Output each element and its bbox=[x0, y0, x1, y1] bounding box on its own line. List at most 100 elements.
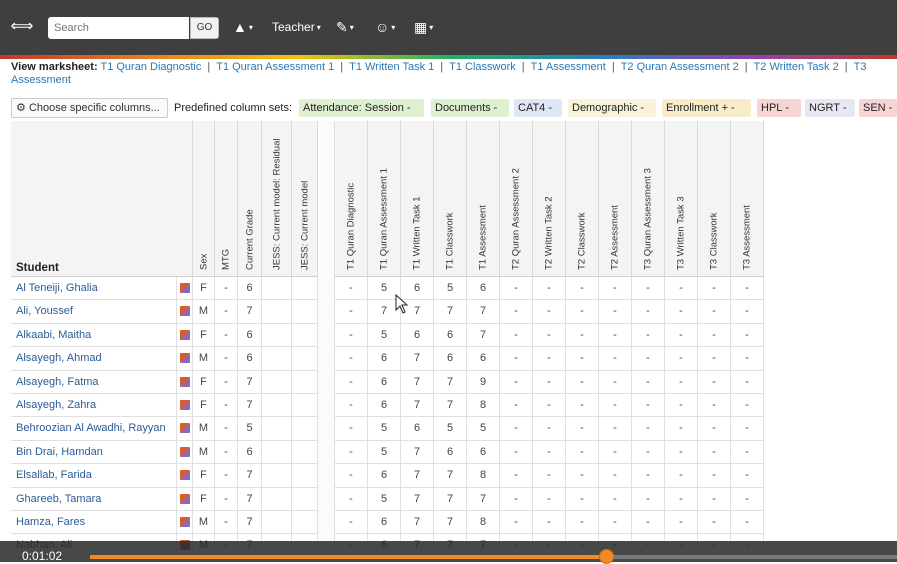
student-name-link[interactable]: Behroozian Al Awadhi, Rayyan bbox=[16, 417, 166, 440]
mark-cell[interactable]: - bbox=[533, 394, 566, 418]
view-marksheet-link[interactable]: T2 Quran Assessment 2 bbox=[621, 61, 739, 73]
table-row[interactable]: Al Teneiji, Ghalia bbox=[11, 277, 177, 301]
mark-cell[interactable]: - bbox=[665, 323, 698, 348]
mark-cell[interactable]: - bbox=[566, 300, 599, 324]
mark-cell[interactable]: 9 bbox=[467, 370, 500, 394]
mark-cell[interactable]: - bbox=[533, 487, 566, 511]
assessment-column-header[interactable]: T1 Quran Assessment 1 bbox=[368, 121, 401, 277]
table-row[interactable]: Ghareeb, Tamara bbox=[11, 487, 177, 511]
table-row[interactable]: Alsayegh, Zahra bbox=[11, 394, 177, 418]
student-name-link[interactable]: Alsayegh, Ahmad bbox=[16, 347, 102, 370]
mark-cell[interactable]: 6 bbox=[401, 417, 434, 441]
assessment-column-header[interactable]: T3 Classwork bbox=[698, 121, 731, 277]
assessment-column-header[interactable]: T1 Written Task 1 bbox=[401, 121, 434, 277]
mark-cell[interactable]: - bbox=[335, 347, 368, 371]
student-profile-icon[interactable] bbox=[180, 517, 190, 527]
mark-cell[interactable]: - bbox=[335, 464, 368, 488]
table-row[interactable]: Ali, Youssef bbox=[11, 300, 177, 324]
mark-cell[interactable]: - bbox=[665, 417, 698, 441]
student-profile-icon[interactable] bbox=[180, 353, 190, 364]
mark-cell[interactable]: - bbox=[665, 394, 698, 418]
assessment-column-header[interactable]: T1 Classwork bbox=[434, 121, 467, 277]
mark-cell[interactable]: 7 bbox=[434, 487, 467, 511]
view-marksheet-link[interactable]: T1 Written Task 1 bbox=[349, 61, 434, 73]
mark-cell[interactable]: - bbox=[500, 323, 533, 348]
mark-cell[interactable]: - bbox=[731, 370, 764, 394]
mark-cell[interactable]: - bbox=[665, 347, 698, 371]
mark-cell[interactable]: - bbox=[335, 300, 368, 324]
mark-cell[interactable]: 8 bbox=[467, 464, 500, 488]
mark-cell[interactable]: - bbox=[566, 464, 599, 488]
mark-cell[interactable]: - bbox=[500, 277, 533, 301]
mark-cell[interactable]: - bbox=[500, 394, 533, 418]
mark-cell[interactable]: - bbox=[698, 300, 731, 324]
table-row[interactable]: Alkaabi, Maitha bbox=[11, 323, 177, 348]
mark-cell[interactable]: - bbox=[566, 440, 599, 465]
mark-cell[interactable]: - bbox=[698, 370, 731, 394]
mark-cell[interactable]: 6 bbox=[368, 511, 401, 535]
mark-cell[interactable]: 6 bbox=[467, 440, 500, 465]
mark-cell[interactable]: - bbox=[632, 323, 665, 348]
mark-cell[interactable]: - bbox=[566, 277, 599, 301]
mark-cell[interactable]: - bbox=[566, 417, 599, 441]
mark-cell[interactable]: - bbox=[599, 277, 632, 301]
column-set-toggle[interactable]: - bbox=[548, 99, 552, 117]
mark-cell[interactable]: - bbox=[731, 464, 764, 488]
view-marksheet-link[interactable]: T2 Written Task 2 bbox=[754, 61, 839, 73]
mark-cell[interactable]: - bbox=[335, 277, 368, 301]
mark-cell[interactable]: - bbox=[599, 300, 632, 324]
sail-menu-icon[interactable]: ▲ ▾ bbox=[233, 17, 253, 37]
mark-cell[interactable]: - bbox=[533, 511, 566, 535]
student-name-link[interactable]: Ghareeb, Tamara bbox=[16, 488, 101, 511]
mark-cell[interactable]: - bbox=[665, 370, 698, 394]
mark-cell[interactable]: - bbox=[632, 464, 665, 488]
mark-cell[interactable]: 7 bbox=[434, 511, 467, 535]
column-set-chip[interactable]: NGRT - bbox=[805, 99, 855, 117]
mark-cell[interactable]: 7 bbox=[401, 440, 434, 465]
mark-cell[interactable]: 6 bbox=[434, 440, 467, 465]
mark-cell[interactable]: - bbox=[335, 440, 368, 465]
mark-cell[interactable]: 5 bbox=[368, 417, 401, 441]
mark-cell[interactable]: 5 bbox=[434, 277, 467, 301]
student-column-header[interactable]: Student bbox=[16, 262, 59, 274]
mark-cell[interactable]: 5 bbox=[368, 323, 401, 348]
table-row[interactable]: Elsallab, Farida bbox=[11, 464, 177, 488]
assessment-column-header[interactable]: T2 Assessment bbox=[599, 121, 632, 277]
mark-cell[interactable]: - bbox=[731, 511, 764, 535]
student-profile-icon[interactable] bbox=[180, 423, 190, 434]
column-set-chip[interactable]: Attendance: Session - bbox=[299, 99, 424, 117]
mark-cell[interactable]: - bbox=[500, 487, 533, 511]
student-name-link[interactable]: Alsayegh, Zahra bbox=[16, 394, 96, 417]
mark-cell[interactable]: - bbox=[533, 323, 566, 348]
assessment-column-header[interactable]: T2 Quran Assessment 2 bbox=[500, 121, 533, 277]
student-name-link[interactable]: Ali, Youssef bbox=[16, 300, 73, 323]
column-set-toggle[interactable]: - bbox=[407, 99, 411, 117]
mark-cell[interactable]: - bbox=[632, 370, 665, 394]
column-header[interactable]: MTG bbox=[215, 121, 238, 277]
assessment-column-header[interactable]: T3 Written Task 3 bbox=[665, 121, 698, 277]
mark-cell[interactable]: - bbox=[632, 394, 665, 418]
column-set-chip[interactable]: Enrollment + - bbox=[662, 99, 751, 117]
edit-menu-icon[interactable]: ✎ ▾ bbox=[336, 17, 354, 37]
mark-cell[interactable]: - bbox=[731, 487, 764, 511]
assessment-column-header[interactable]: T1 Quran Diagnostic bbox=[335, 121, 368, 277]
table-row[interactable]: Alsayegh, Ahmad bbox=[11, 347, 177, 371]
table-row[interactable]: Behroozian Al Awadhi, Rayyan bbox=[11, 417, 177, 441]
mark-cell[interactable]: - bbox=[566, 487, 599, 511]
assessment-column-header[interactable]: T3 Quran Assessment 3 bbox=[632, 121, 665, 277]
mark-cell[interactable]: 7 bbox=[401, 370, 434, 394]
mark-cell[interactable]: 7 bbox=[434, 370, 467, 394]
mark-cell[interactable]: - bbox=[533, 370, 566, 394]
mark-cell[interactable]: - bbox=[632, 487, 665, 511]
column-header[interactable]: JESS: Current model bbox=[292, 121, 318, 277]
student-profile-icon[interactable] bbox=[180, 446, 190, 457]
mark-cell[interactable]: 7 bbox=[467, 487, 500, 511]
mark-cell[interactable]: - bbox=[731, 323, 764, 348]
mark-cell[interactable]: - bbox=[533, 347, 566, 371]
student-name-link[interactable]: Al Teneiji, Ghalia bbox=[16, 277, 98, 300]
mark-cell[interactable]: - bbox=[698, 323, 731, 348]
mark-cell[interactable]: - bbox=[500, 300, 533, 324]
mark-cell[interactable]: - bbox=[599, 511, 632, 535]
mark-cell[interactable]: - bbox=[335, 394, 368, 418]
column-header[interactable]: Current Grade bbox=[238, 121, 262, 277]
